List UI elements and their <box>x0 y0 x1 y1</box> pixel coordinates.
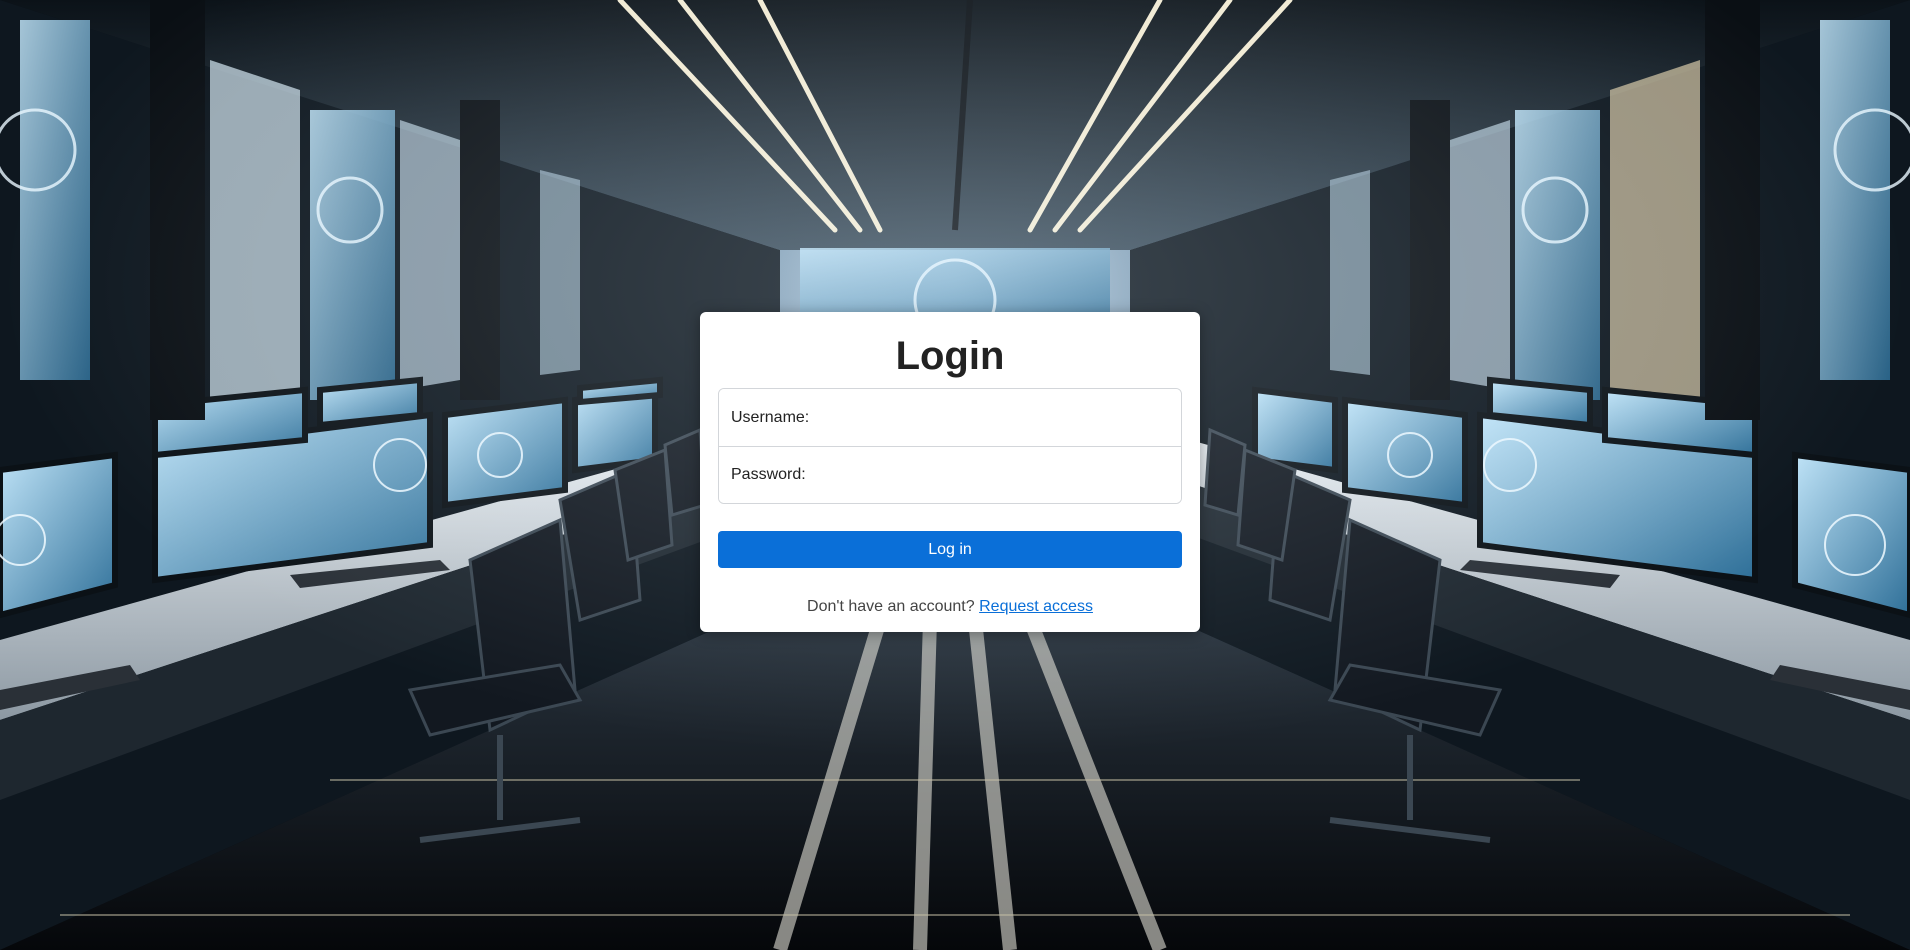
request-access-link[interactable]: Request access <box>979 598 1093 615</box>
signup-prompt: Don't have an account? <box>807 598 975 615</box>
password-field[interactable] <box>811 446 1169 503</box>
username-field[interactable] <box>815 389 1169 447</box>
credentials-group: Username: Password: <box>718 388 1182 504</box>
username-label: Username: <box>731 408 810 426</box>
login-button[interactable]: Log in <box>718 531 1182 568</box>
password-row[interactable]: Password: <box>719 446 1181 503</box>
username-row[interactable]: Username: <box>719 389 1181 447</box>
login-title: Login <box>895 334 1005 378</box>
login-form: Login Username: Password: Log in Don't h… <box>700 312 1200 632</box>
request-access-line: Don't have an account? Request access <box>718 598 1182 616</box>
password-label: Password: <box>731 466 806 483</box>
